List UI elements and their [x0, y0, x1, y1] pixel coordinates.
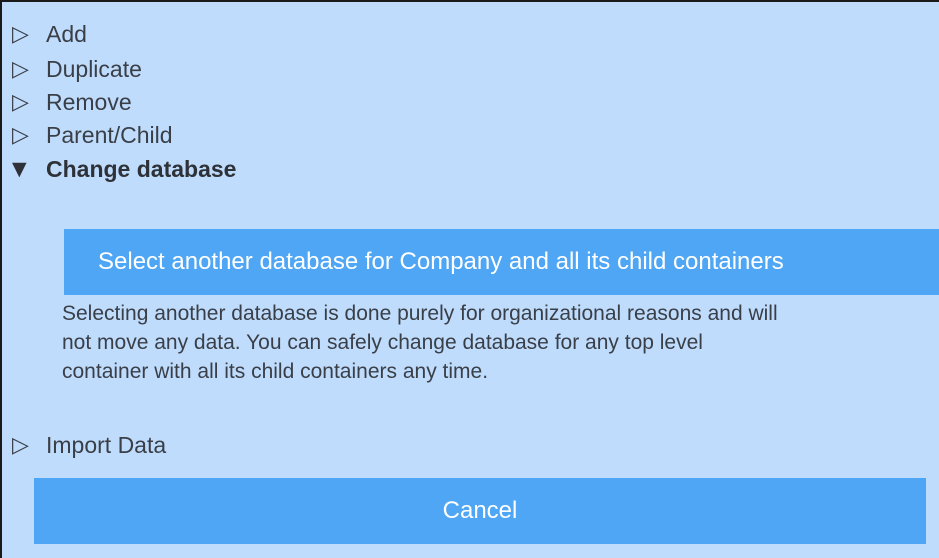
select-another-database-button[interactable]: Select another database for Company and …	[64, 229, 939, 295]
menu-item-label: Parent/Child	[46, 121, 173, 148]
cancel-button[interactable]: Cancel	[34, 478, 926, 544]
triangle-right-outline-icon: ▷	[12, 432, 29, 458]
triangle-down-filled-icon: ▼	[12, 158, 27, 180]
menu-item-label: Add	[46, 20, 87, 47]
menu-item-parent-child[interactable]: ▷ Parent/Child	[12, 120, 173, 150]
menu-item-add[interactable]: ▷ Add	[12, 19, 87, 49]
triangle-right-outline-icon: ▷	[12, 21, 29, 47]
triangle-right-outline-icon: ▷	[12, 56, 29, 82]
triangle-right-outline-icon: ▷	[12, 122, 29, 148]
triangle-right-outline-icon: ▷	[12, 89, 29, 115]
menu-item-label: Import Data	[46, 431, 167, 458]
change-database-description: Selecting another database is done purel…	[62, 302, 778, 383]
menu-item-label: Change database	[46, 155, 237, 182]
menu-item-change-database[interactable]: ▼ Change database	[12, 154, 236, 184]
menu-item-duplicate[interactable]: ▷ Duplicate	[12, 54, 142, 84]
menu-item-remove[interactable]: ▷ Remove	[12, 87, 132, 117]
action-panel: ▷ Add ▷ Duplicate ▷ Remove ▷ Parent/Chil…	[0, 0, 939, 558]
menu-item-import-data[interactable]: ▷ Import Data	[12, 430, 166, 460]
menu-item-label: Duplicate	[46, 55, 142, 82]
menu-item-label: Remove	[46, 88, 132, 115]
